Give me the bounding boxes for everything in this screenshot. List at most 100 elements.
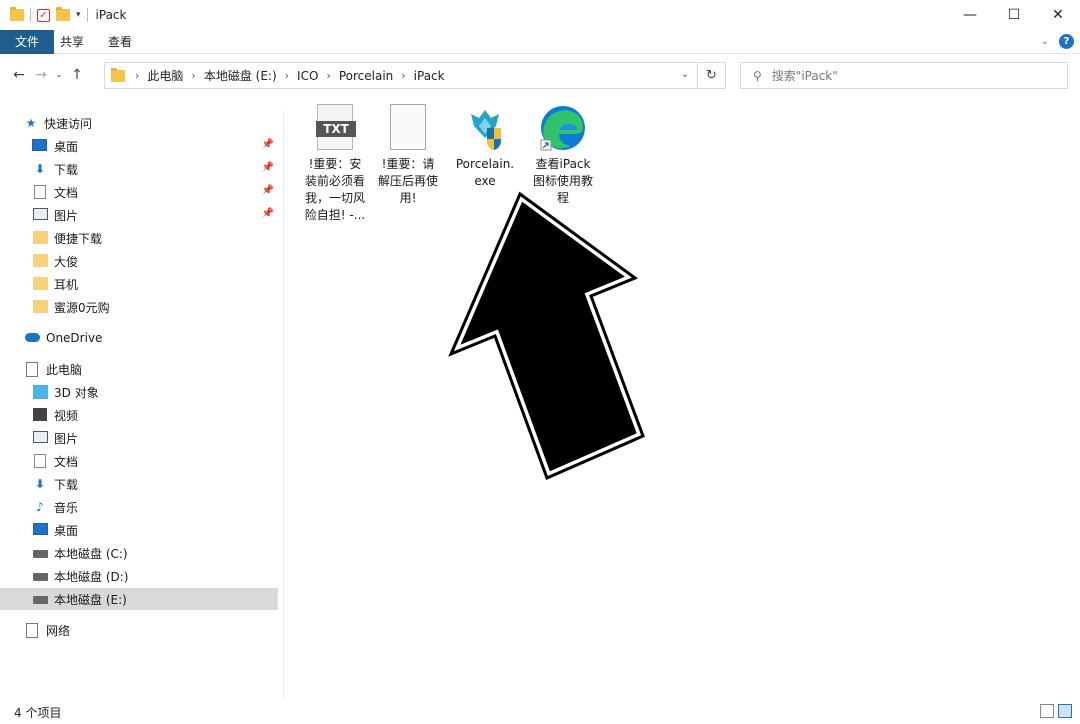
- breadcrumb-separator[interactable]: ›: [191, 69, 195, 82]
- file-name-line: 装前必须看: [304, 174, 365, 188]
- breadcrumb-ico[interactable]: ICO: [297, 69, 318, 83]
- sidebar-item-label: 此电脑: [46, 362, 83, 377]
- folder-icon: [10, 7, 24, 21]
- sidebar-item-folder-2[interactable]: 大俊: [0, 250, 278, 272]
- window-controls: — ☐ ✕: [948, 0, 1080, 30]
- navigation-bar: ← → ⌄ ↑ › 此电脑 › 本地磁盘 (E:) › ICO › Porcel…: [0, 60, 1080, 90]
- close-button[interactable]: ✕: [1036, 0, 1080, 30]
- quick-access-toolbar: ✓ ▾: [0, 7, 88, 22]
- address-history-dropdown-icon[interactable]: ⌄: [681, 69, 689, 80]
- details-view-button[interactable]: [1040, 704, 1054, 718]
- breadcrumb-drive-e[interactable]: 本地磁盘 (E:): [204, 67, 277, 84]
- folder-icon: [32, 254, 48, 267]
- folder-icon: [111, 67, 125, 82]
- sidebar-item-label: 耳机: [54, 277, 79, 292]
- sidebar-item-videos[interactable]: 视频: [0, 404, 278, 426]
- sidebar-item-music[interactable]: ♪ 音乐: [0, 496, 278, 518]
- edge-shortcut-icon: [539, 104, 587, 152]
- search-input[interactable]: ⚲ 搜索"iPack": [740, 62, 1068, 89]
- sidebar-item-folder-1[interactable]: 便捷下载: [0, 227, 278, 249]
- sidebar-item-label: 蜜源0元购: [54, 300, 110, 315]
- desktop-icon: [32, 139, 47, 151]
- download-icon: ⬇: [34, 477, 46, 491]
- toolbar-divider: [86, 8, 88, 22]
- maximize-button[interactable]: ☐: [992, 0, 1036, 30]
- recent-locations-button[interactable]: ⌄: [52, 70, 66, 80]
- file-name-line: Porcelain.: [455, 157, 515, 171]
- expand-ribbon-icon[interactable]: ⌄: [1041, 36, 1049, 47]
- large-icons-view-button[interactable]: [1058, 704, 1072, 718]
- sidebar-item-folder-4[interactable]: 蜜源0元购: [0, 296, 278, 318]
- refresh-button[interactable]: ↻: [698, 62, 726, 89]
- sidebar-item-network[interactable]: 网络: [0, 619, 278, 641]
- pin-icon[interactable]: 📌: [262, 139, 274, 150]
- picture-icon: [32, 208, 48, 220]
- sidebar-item-pc-pictures[interactable]: 图片: [0, 427, 278, 449]
- sidebar-item-drive-e[interactable]: 本地磁盘 (E:): [0, 588, 278, 610]
- minimize-button[interactable]: —: [948, 0, 992, 30]
- breadcrumb-this-pc[interactable]: 此电脑: [147, 67, 183, 84]
- sidebar-item-desktop[interactable]: 桌面 📌: [0, 135, 278, 157]
- computer-icon: [26, 362, 38, 377]
- file-name-line: !重要：请: [381, 157, 435, 171]
- sidebar-item-label: 本地磁盘 (E:): [54, 592, 127, 607]
- file-name-line: 查看iPack: [535, 157, 591, 171]
- pointer-arrow-annotation: [441, 186, 650, 485]
- breadcrumb-separator[interactable]: ›: [401, 69, 405, 82]
- new-folder-icon[interactable]: [56, 7, 70, 21]
- customize-toolbar-icon[interactable]: ▾: [76, 10, 81, 20]
- drive-icon: [32, 550, 48, 558]
- file-name: !重要：安 装前必须看 我，一切风 险自担! -...: [297, 156, 373, 224]
- sidebar-item-label: 桌面: [54, 523, 79, 538]
- sidebar-item-pc-desktop[interactable]: 桌面: [0, 519, 278, 541]
- back-button[interactable]: ←: [8, 67, 30, 83]
- sidebar-item-drive-d[interactable]: 本地磁盘 (D:): [0, 565, 278, 587]
- download-icon: ⬇: [34, 162, 46, 176]
- help-icon[interactable]: ?: [1059, 34, 1074, 49]
- pin-icon[interactable]: 📌: [262, 185, 274, 196]
- search-placeholder: 搜索"iPack": [771, 69, 838, 83]
- pin-icon[interactable]: 📌: [262, 208, 274, 219]
- file-name-line: 险自担! -...: [304, 208, 366, 222]
- sidebar-item-label: 下载: [54, 162, 79, 177]
- cube-icon: [32, 385, 48, 399]
- sidebar-item-this-pc[interactable]: 此电脑: [0, 358, 278, 380]
- drive-icon: [32, 596, 48, 604]
- breadcrumb-separator[interactable]: ›: [285, 69, 289, 82]
- sidebar-item-label: 音乐: [54, 500, 79, 515]
- breadcrumb-ipack[interactable]: iPack: [414, 69, 445, 83]
- porcelain-app-icon: [461, 104, 509, 152]
- file-item[interactable]: TXT !重要：安 装前必须看 我，一切风 险自担! -...: [297, 104, 373, 224]
- sidebar-item-downloads[interactable]: ⬇ 下载 📌: [0, 158, 278, 180]
- forward-button[interactable]: →: [30, 67, 52, 83]
- file-type-badge: TXT: [316, 121, 356, 137]
- sidebar-item-3d-objects[interactable]: 3D 对象: [0, 381, 278, 403]
- search-icon: ⚲: [753, 68, 762, 83]
- sidebar-item-pictures[interactable]: 图片 📌: [0, 204, 278, 226]
- tab-file[interactable]: 文件: [0, 29, 54, 54]
- sidebar-item-folder-3[interactable]: 耳机: [0, 273, 278, 295]
- tab-share[interactable]: 共享: [48, 30, 96, 54]
- sidebar-item-pc-documents[interactable]: 文档: [0, 450, 278, 472]
- sidebar-item-pc-downloads[interactable]: ⬇ 下载: [0, 473, 278, 495]
- properties-icon[interactable]: ✓: [37, 8, 50, 22]
- desktop-icon: [32, 523, 48, 535]
- breadcrumb-porcelain[interactable]: Porcelain: [339, 69, 393, 83]
- video-icon: [33, 408, 47, 421]
- file-name-line: 我，一切风: [304, 191, 365, 205]
- address-bar[interactable]: › 此电脑 › 本地磁盘 (E:) › ICO › Porcelain › iP…: [104, 62, 698, 89]
- breadcrumb-separator[interactable]: ›: [326, 69, 330, 82]
- pin-icon[interactable]: 📌: [262, 162, 274, 173]
- sidebar-item-quick-access[interactable]: ★ 快速访问: [0, 112, 278, 134]
- tab-view[interactable]: 查看: [96, 30, 144, 54]
- sidebar-item-label: 便捷下载: [54, 231, 103, 246]
- navigation-pane: ★ 快速访问 桌面 📌 ⬇ 下载 📌 文档 📌 图片 📌 便捷下载 大俊 耳机 …: [0, 110, 284, 700]
- sidebar-item-label: 下载: [54, 477, 79, 492]
- sidebar-item-label: 网络: [46, 623, 71, 638]
- sidebar-item-label: 快速访问: [44, 116, 93, 131]
- sidebar-item-documents[interactable]: 文档 📌: [0, 181, 278, 203]
- sidebar-item-drive-c[interactable]: 本地磁盘 (C:): [0, 542, 278, 564]
- item-count: 4 个项目: [14, 705, 62, 720]
- sidebar-item-onedrive[interactable]: OneDrive: [0, 327, 278, 349]
- up-button[interactable]: ↑: [66, 67, 88, 83]
